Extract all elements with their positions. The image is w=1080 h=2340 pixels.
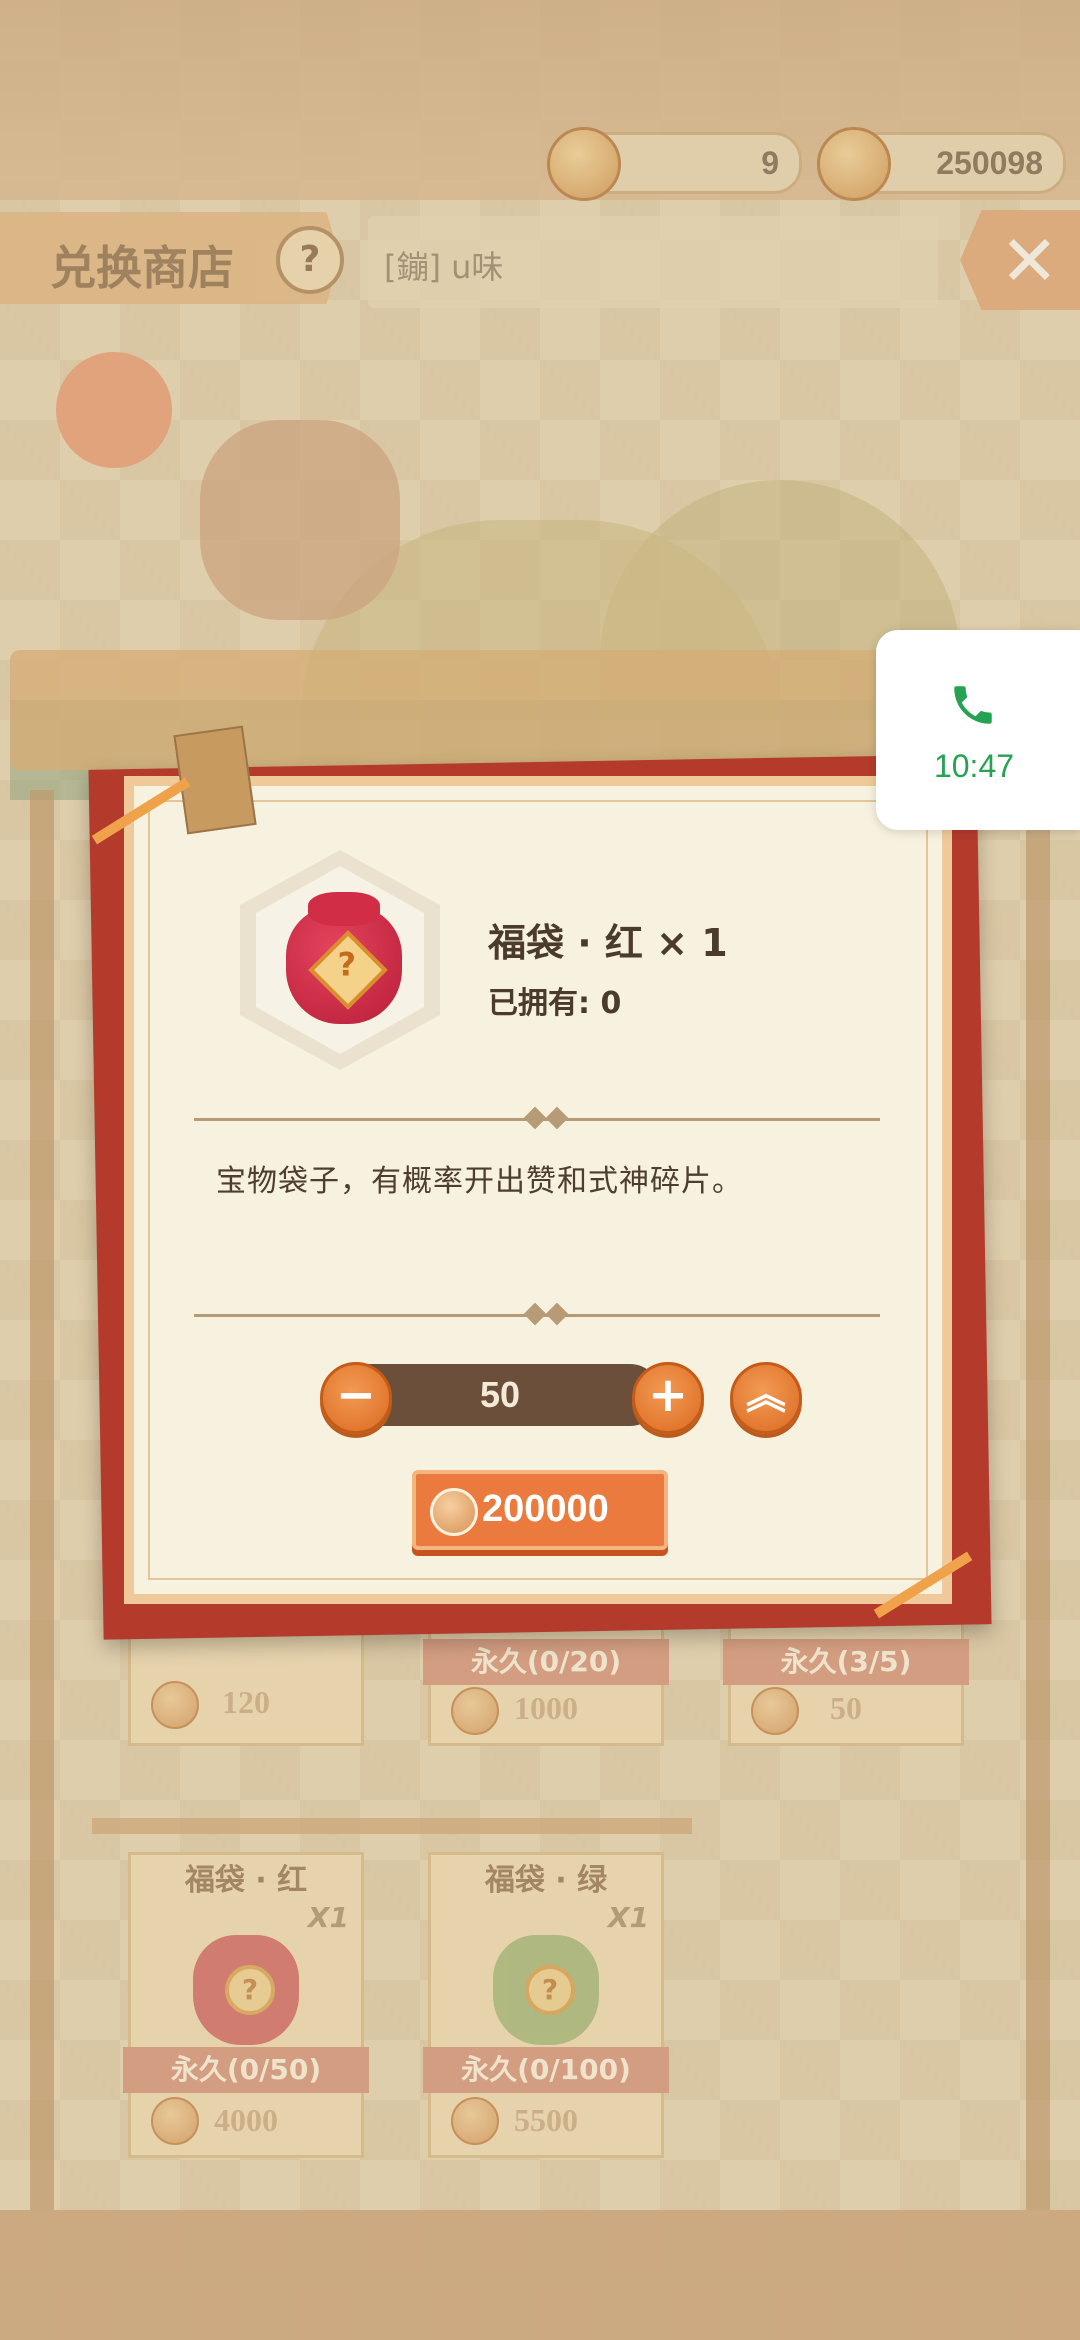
divider — [194, 1106, 880, 1130]
minus-icon: − — [335, 1367, 377, 1423]
owned-count: 已拥有: 0 — [488, 986, 622, 1021]
phone-icon — [954, 686, 992, 724]
coin-icon — [430, 1488, 478, 1536]
max-quantity-button[interactable]: ︽ — [730, 1362, 802, 1434]
decrease-button[interactable]: − — [320, 1362, 392, 1434]
call-duration: 10:47 — [933, 748, 1015, 784]
item-description: 宝物袋子，有概率开出赞和式神碎片。 — [216, 1164, 743, 1199]
bag-knot — [308, 892, 380, 926]
lucky-bag-red-icon: ? — [286, 892, 402, 1024]
buy-price: 200000 — [482, 1488, 609, 1530]
call-widget[interactable]: 10:47 — [876, 630, 1080, 830]
increase-button[interactable]: + — [632, 1362, 704, 1434]
divider — [194, 1302, 880, 1326]
double-chevron-up-icon: ︽ — [746, 1372, 786, 1418]
question-badge: ? — [308, 930, 388, 1010]
item-name: 福袋 · 红 × 1 — [488, 921, 728, 965]
plus-icon: + — [647, 1367, 689, 1423]
question-icon: ? — [337, 945, 357, 984]
buy-button[interactable]: 200000 — [412, 1470, 668, 1550]
